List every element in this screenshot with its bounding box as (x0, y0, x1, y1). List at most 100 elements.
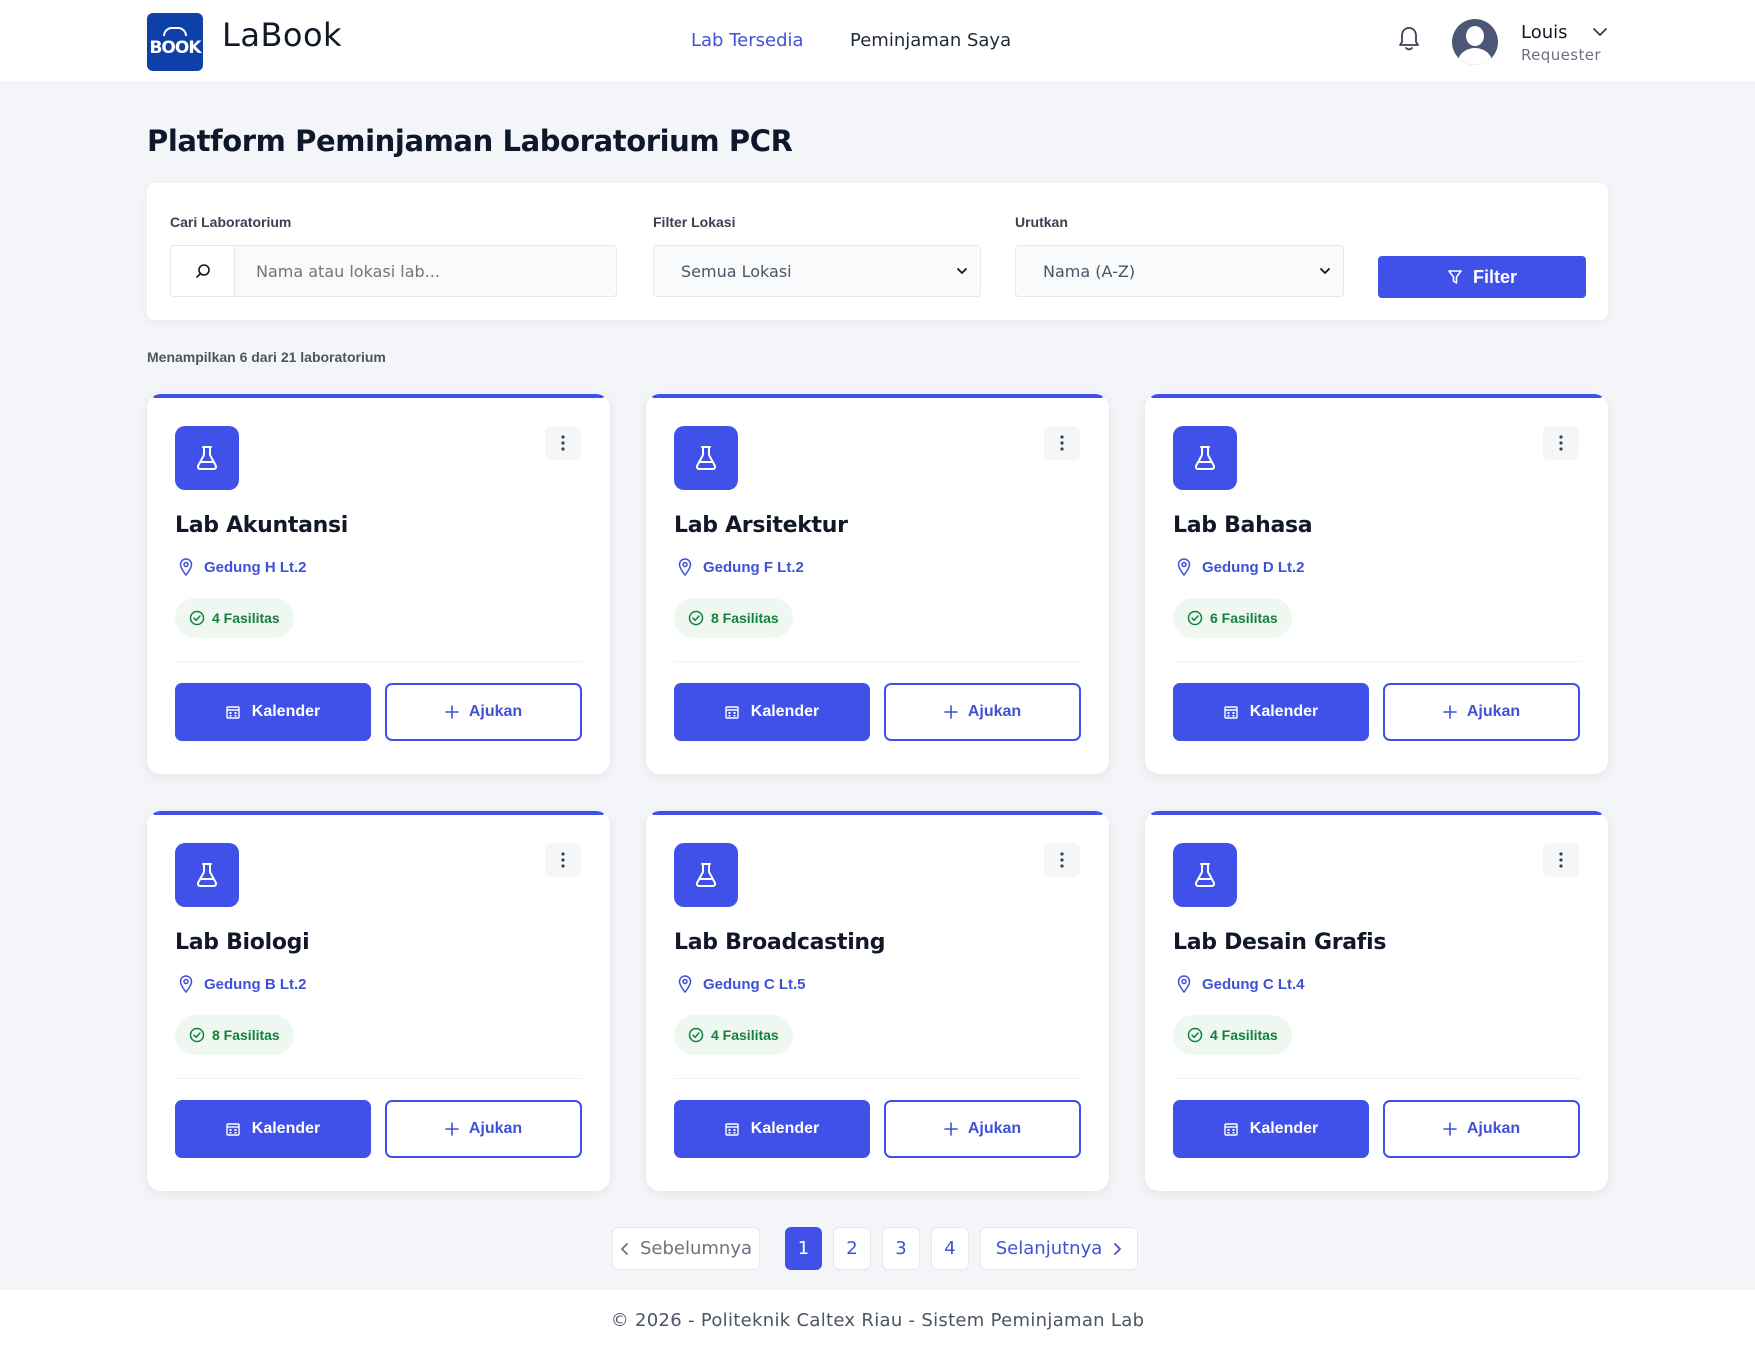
map-pin-icon (179, 975, 193, 993)
check-circle-icon (189, 610, 205, 626)
facilities-count: 4 Fasilitas (1210, 1027, 1278, 1043)
user-avatar[interactable] (1452, 19, 1498, 65)
calendar-icon (1224, 1123, 1238, 1136)
card-more-button[interactable] (1044, 843, 1080, 877)
nav-peminjaman-saya[interactable]: Peminjaman Saya (850, 30, 1011, 51)
card-divider (175, 661, 582, 662)
filter-button[interactable]: Filter (1378, 256, 1586, 298)
chevron-down-icon (957, 268, 967, 274)
lab-icon-tile (674, 426, 738, 490)
plus-icon (1443, 705, 1457, 719)
search-input[interactable] (236, 246, 616, 296)
lab-name[interactable]: Lab Bahasa (1173, 513, 1313, 538)
bell-icon[interactable] (1398, 26, 1420, 52)
card-more-button[interactable] (1543, 426, 1579, 460)
card-more-button[interactable] (545, 843, 581, 877)
lab-card: Lab Bahasa Gedung D Lt.2 6 Fasilitas Kal… (1145, 394, 1608, 774)
pagination-prev-button[interactable]: Sebelumnya (612, 1227, 760, 1270)
facilities-count: 6 Fasilitas (1210, 610, 1278, 626)
plus-icon (445, 1122, 459, 1136)
flask-icon (1194, 446, 1216, 470)
calendar-button[interactable]: Kalender (674, 683, 870, 741)
calendar-button-label: Kalender (251, 1120, 321, 1137)
footer: © 2026 - Politeknik Caltex Riau - Sistem… (0, 1290, 1755, 1350)
lab-name[interactable]: Lab Broadcasting (674, 930, 886, 955)
lab-name[interactable]: Lab Akuntansi (175, 513, 348, 538)
nav-lab-tersedia[interactable]: Lab Tersedia (691, 30, 804, 51)
lab-card: Lab Arsitektur Gedung F Lt.2 8 Fasilitas (646, 394, 1109, 774)
labook-logo[interactable]: BOOK (147, 13, 203, 71)
calendar-button[interactable]: Kalender (1173, 683, 1369, 741)
lab-name[interactable]: Lab Desain Grafis (1173, 930, 1386, 955)
apply-button[interactable]: Ajukan (385, 1100, 582, 1158)
facilities-badge: 4 Fasilitas (1173, 1015, 1292, 1055)
check-circle-icon (688, 1027, 704, 1043)
card-divider (674, 1078, 1081, 1079)
footer-text: © 2026 - Politeknik Caltex Riau - Sistem… (610, 1309, 1145, 1331)
facilities-badge: 8 Fasilitas (175, 1015, 294, 1055)
lab-name[interactable]: Lab Arsitektur (674, 513, 848, 538)
apply-button[interactable]: Ajukan (1383, 683, 1580, 741)
card-divider (175, 1078, 582, 1079)
lab-location: Gedung C Lt.4 (1202, 976, 1305, 993)
card-more-button[interactable] (545, 426, 581, 460)
chevron-down-icon[interactable] (1592, 26, 1608, 38)
pagination-page-4[interactable]: 4 (931, 1227, 969, 1270)
lab-card: Lab Broadcasting Gedung C Lt.5 4 Fasilit… (646, 811, 1109, 1191)
plus-icon (944, 705, 958, 719)
calendar-icon (725, 1123, 739, 1136)
check-circle-icon (1187, 610, 1203, 626)
search-field[interactable] (170, 245, 617, 297)
apply-button-label: Ajukan (1466, 703, 1521, 720)
brand-name[interactable]: LaBook (222, 16, 342, 54)
location-select-value: Semua Lokasi (681, 261, 792, 281)
kebab-icon (1559, 852, 1563, 868)
apply-button[interactable]: Ajukan (884, 1100, 1081, 1158)
user-role: Requester (1521, 46, 1601, 64)
calendar-button[interactable]: Kalender (175, 683, 371, 741)
kebab-icon (561, 435, 565, 451)
pagination-next-button[interactable]: Selanjutnya (980, 1227, 1138, 1270)
facilities-count: 4 Fasilitas (212, 610, 280, 626)
apply-button[interactable]: Ajukan (385, 683, 582, 741)
page-title: Platform Peminjaman Laboratorium PCR (147, 124, 793, 158)
map-pin-icon (179, 558, 193, 576)
location-select[interactable]: Semua Lokasi (653, 245, 981, 297)
funnel-icon (1448, 270, 1462, 284)
pagination-page-1[interactable]: 1 (785, 1227, 822, 1270)
calendar-button[interactable]: Kalender (674, 1100, 870, 1158)
lab-card: Lab Desain Grafis Gedung C Lt.4 4 Fasili… (1145, 811, 1608, 1191)
book-icon (163, 26, 187, 36)
calendar-button-label: Kalender (750, 1120, 820, 1137)
flask-icon (196, 863, 218, 887)
calendar-button[interactable]: Kalender (1173, 1100, 1369, 1158)
lab-icon-tile (175, 843, 239, 907)
chevron-down-icon (1320, 268, 1330, 274)
check-circle-icon (1187, 1027, 1203, 1043)
lab-name[interactable]: Lab Biologi (175, 930, 310, 955)
card-more-button[interactable] (1044, 426, 1080, 460)
pagination-page-3[interactable]: 3 (882, 1227, 920, 1270)
card-accent-bar (652, 394, 1103, 398)
apply-button-label: Ajukan (967, 703, 1022, 720)
search-addon (171, 246, 235, 296)
kebab-icon (1060, 852, 1064, 868)
facilities-count: 4 Fasilitas (711, 1027, 779, 1043)
user-name[interactable]: Louis (1521, 22, 1568, 43)
calendar-button[interactable]: Kalender (175, 1100, 371, 1158)
apply-button-label: Ajukan (468, 1120, 523, 1137)
pagination-page-2[interactable]: 2 (833, 1227, 871, 1270)
apply-button[interactable]: Ajukan (1383, 1100, 1580, 1158)
facilities-count: 8 Fasilitas (711, 610, 779, 626)
calendar-button-label: Kalender (1249, 703, 1319, 720)
calendar-button-label: Kalender (750, 703, 820, 720)
flask-icon (695, 446, 717, 470)
card-accent-bar (1151, 811, 1602, 815)
facilities-badge: 6 Fasilitas (1173, 598, 1292, 638)
lab-location: Gedung D Lt.2 (1202, 559, 1305, 576)
sort-select[interactable]: Nama (A-Z) (1015, 245, 1344, 297)
map-pin-icon (678, 558, 692, 576)
apply-button[interactable]: Ajukan (884, 683, 1081, 741)
card-more-button[interactable] (1543, 843, 1579, 877)
sort-select-value: Nama (A-Z) (1043, 261, 1136, 281)
